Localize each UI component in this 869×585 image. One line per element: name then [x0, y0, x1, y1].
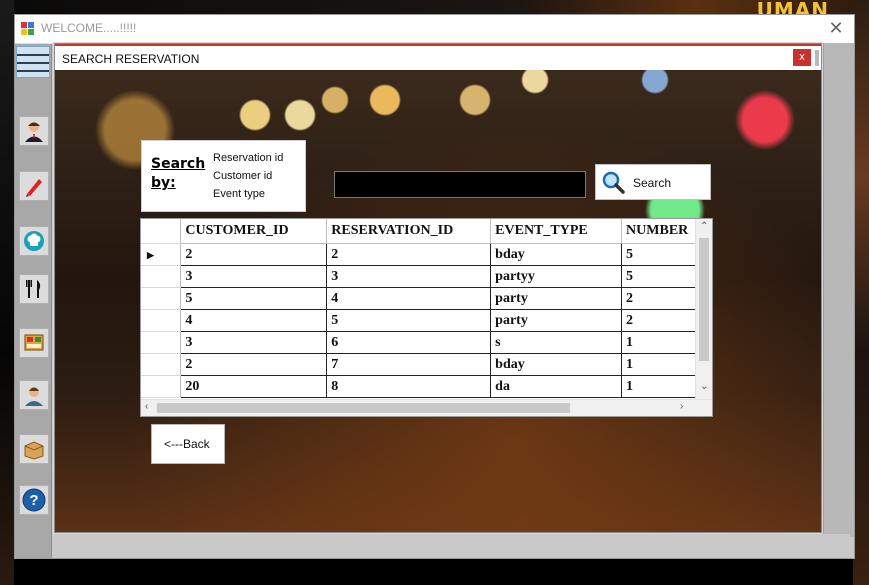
back-button[interactable]: <---Back: [151, 424, 225, 464]
table-row[interactable]: 4 5 party 2: [141, 309, 712, 332]
cell-customer-id[interactable]: 5: [180, 287, 328, 310]
cell-event-type[interactable]: da: [490, 375, 623, 398]
inventory-tool-button[interactable]: [19, 434, 49, 464]
menu-card-tool-button[interactable]: [19, 328, 49, 358]
pen-icon: [26, 179, 42, 197]
row-header[interactable]: [141, 353, 182, 376]
row-header[interactable]: [141, 265, 182, 288]
cell-customer-id[interactable]: 4: [180, 309, 328, 332]
cell-customer-id[interactable]: 2: [180, 243, 328, 266]
window-close-button[interactable]: ✕: [826, 18, 846, 38]
column-header-customer-id[interactable]: CUSTOMER_ID: [180, 219, 328, 244]
cell-customer-id[interactable]: 20: [180, 375, 328, 398]
app-icon: [21, 22, 34, 35]
search-by-label: Search by:: [151, 156, 206, 191]
bottom-strip: [54, 534, 850, 556]
column-header-reservation-id[interactable]: RESERVATION_ID: [326, 219, 492, 244]
back-button-label: <---Back: [164, 437, 210, 451]
help-tool-button[interactable]: ?: [19, 485, 49, 515]
dialog-close-button[interactable]: x: [793, 49, 811, 66]
staff-tool-button[interactable]: [19, 380, 49, 410]
desktop-left: [0, 0, 14, 585]
menu-button[interactable]: [16, 46, 50, 78]
vertical-scroll-thumb[interactable]: [699, 238, 709, 361]
chef-tool-button[interactable]: [19, 226, 49, 256]
customer-tool-button[interactable]: [19, 116, 49, 146]
cell-reservation-id[interactable]: 7: [326, 353, 492, 376]
row-header-corner: [141, 219, 182, 244]
table-row[interactable]: 20 8 da 1: [141, 375, 712, 398]
window-title: WELCOME.....!!!!!: [41, 21, 137, 35]
row-header[interactable]: [141, 287, 182, 310]
vertical-scrollbar[interactable]: ⌃ ⌄: [695, 219, 712, 399]
cell-event-type[interactable]: party: [490, 287, 623, 310]
right-panel-strip: [823, 43, 854, 537]
dialog-titlebar: SEARCH RESERVATION x: [55, 44, 821, 72]
edit-tool-button[interactable]: [19, 171, 49, 201]
table-row[interactable]: 2 7 bday 1: [141, 353, 712, 376]
table-row[interactable]: 5 4 party 2: [141, 287, 712, 310]
cell-reservation-id[interactable]: 2: [326, 243, 492, 266]
row-header[interactable]: [141, 309, 182, 332]
box-icon: [24, 441, 44, 460]
row-header[interactable]: ▶: [141, 243, 182, 266]
cell-event-type[interactable]: s: [490, 331, 623, 354]
row-header[interactable]: [141, 375, 182, 398]
help-icon: ?: [22, 488, 46, 512]
chef-hat-icon: [24, 231, 44, 251]
desktop-right: [853, 0, 869, 585]
close-icon: ✕: [828, 18, 844, 38]
cell-customer-id[interactable]: 3: [180, 265, 328, 288]
search-button[interactable]: Search: [595, 164, 711, 200]
search-reservation-dialog: SEARCH RESERVATION x Search by: Reservat…: [54, 43, 822, 533]
search-input[interactable]: [334, 171, 586, 198]
search-button-label: Search: [633, 176, 672, 190]
svg-text:?: ?: [29, 492, 38, 509]
reservation-table: CUSTOMER_ID RESERVATION_ID EVENT_TYPE NU…: [141, 219, 712, 398]
horizontal-scrollbar[interactable]: ‹ ›: [141, 399, 712, 416]
close-icon: x: [799, 51, 805, 63]
column-header-event-type[interactable]: EVENT_TYPE: [490, 219, 623, 244]
cell-event-type[interactable]: bday: [490, 353, 623, 376]
desktop-top: UMAN: [0, 0, 869, 22]
table-row[interactable]: 3 3 partyy 5: [141, 265, 712, 288]
cell-customer-id[interactable]: 2: [180, 353, 328, 376]
reservation-grid[interactable]: CUSTOMER_ID RESERVATION_ID EVENT_TYPE NU…: [140, 218, 713, 417]
staff-icon: [25, 387, 43, 406]
option-customer-id[interactable]: Customer id: [213, 170, 272, 182]
chevron-left-icon[interactable]: ‹: [145, 401, 148, 412]
search-icon: [602, 171, 625, 194]
option-reservation-id[interactable]: Reservation id: [213, 152, 283, 164]
food-tool-button[interactable]: [19, 274, 49, 304]
cell-reservation-id[interactable]: 8: [326, 375, 492, 398]
cell-event-type[interactable]: party: [490, 309, 623, 332]
menu-icon: [17, 54, 49, 56]
cell-reservation-id[interactable]: 3: [326, 265, 492, 288]
window-titlebar: WELCOME.....!!!!! ✕: [15, 15, 854, 44]
search-by-panel: Search by: Reservation id Customer id Ev…: [141, 140, 306, 212]
cell-reservation-id[interactable]: 5: [326, 309, 492, 332]
user-icon: [25, 122, 43, 142]
left-toolbar: ?: [15, 44, 52, 558]
cell-customer-id[interactable]: 3: [180, 331, 328, 354]
header-row: CUSTOMER_ID RESERVATION_ID EVENT_TYPE NU…: [141, 219, 712, 244]
cell-event-type[interactable]: partyy: [490, 265, 623, 288]
food-menu-icon: [24, 334, 44, 351]
fork-knife-icon: [26, 280, 41, 298]
chevron-right-icon[interactable]: ›: [680, 401, 683, 412]
option-event-type[interactable]: Event type: [213, 188, 265, 200]
row-header[interactable]: [141, 331, 182, 354]
cell-reservation-id[interactable]: 6: [326, 331, 492, 354]
dialog-scroll-stub: [815, 50, 819, 66]
dialog-title: SEARCH RESERVATION: [62, 52, 200, 66]
chevron-down-icon[interactable]: ⌄: [700, 381, 708, 392]
table-row[interactable]: 3 6 s 1: [141, 331, 712, 354]
cell-event-type[interactable]: bday: [490, 243, 623, 266]
current-row-icon: ▶: [147, 249, 154, 260]
main-window: WELCOME.....!!!!! ✕ ? SEARCH RESERVATION…: [14, 14, 855, 559]
horizontal-scroll-thumb[interactable]: [157, 403, 570, 413]
cell-reservation-id[interactable]: 4: [326, 287, 492, 310]
table-row[interactable]: ▶ 2 2 bday 5: [141, 243, 712, 266]
chevron-up-icon[interactable]: ⌃: [700, 221, 708, 232]
